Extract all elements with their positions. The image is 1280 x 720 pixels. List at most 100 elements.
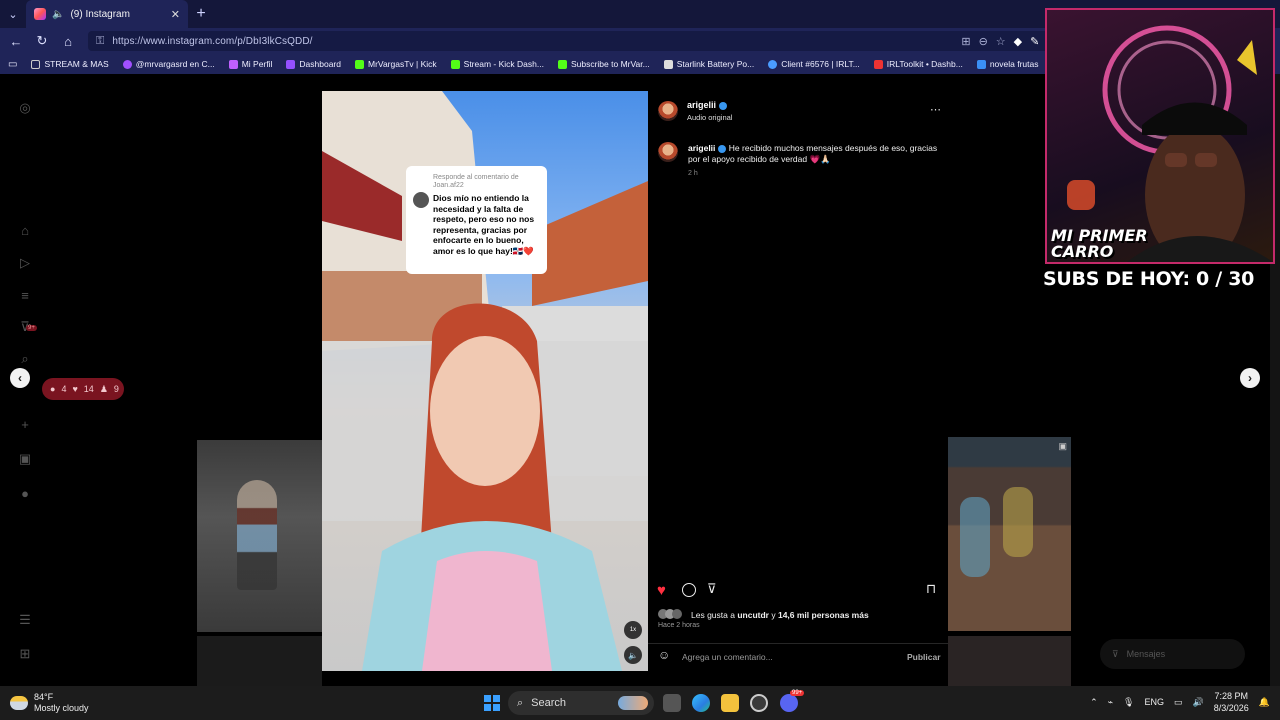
bookmark-item[interactable]: novela frutas <box>976 59 1039 69</box>
next-post-thumbnail[interactable]: ▣ <box>948 437 1071 631</box>
create-plus-icon[interactable]: + <box>17 416 33 432</box>
post-details-panel: arigelii Audio original ⋯ arigelii He re… <box>648 91 948 671</box>
search-highlight-icon <box>618 696 648 710</box>
reload-button[interactable]: ↻ <box>32 33 52 49</box>
messages-button[interactable]: ⊽ Mensajes <box>1100 639 1245 669</box>
bookmark-item[interactable]: Client #6576 | IRLT... <box>768 59 860 69</box>
clock[interactable]: 7:28 PM 8/3/2026 <box>1214 690 1249 714</box>
activity-notification-pill[interactable]: ● 4 ♥ 14 ♟ 9 <box>42 378 124 400</box>
screen: ⌄ 🔈 (9) Instagram ✕ + ← ↻ ⌂ ⚿ https://ww… <box>0 0 1280 720</box>
bookmark-item[interactable]: Stream - Kick Dash... <box>450 59 544 69</box>
likes-count-text[interactable]: 14,6 mil personas más <box>778 610 869 620</box>
pink-jersey <box>422 551 552 671</box>
bookmark-item[interactable]: Mi Perfil <box>228 59 272 69</box>
microphone-icon[interactable]: 🎙 <box>1123 697 1134 708</box>
emoji-icon[interactable]: ☺ <box>658 648 670 662</box>
url-field[interactable]: ⚿ https://www.instagram.com/p/DbI3lkCsQD… <box>88 31 1054 51</box>
author-username[interactable]: arigelii <box>687 100 728 110</box>
webcam-feed <box>1067 25 1273 262</box>
app-icon[interactable]: ⊞ <box>961 35 970 48</box>
tab-list-chevron-icon[interactable]: ⌄ <box>0 0 26 28</box>
comment-bubble-icon[interactable] <box>682 583 696 597</box>
zoom-icon[interactable]: ⊖ <box>979 35 988 48</box>
previous-post-arrow-icon[interactable]: ‹ <box>10 368 30 388</box>
site-info-icon[interactable]: ⚿ <box>96 35 104 48</box>
instagram-logo-icon[interactable]: ◎ <box>17 100 33 116</box>
audio-label[interactable]: Audio original <box>687 113 732 122</box>
bookmark-item[interactable]: STREAM & MAS <box>31 59 109 69</box>
profile-icon[interactable]: ● <box>17 485 33 501</box>
favorite-star-icon[interactable]: ☆ <box>996 35 1006 48</box>
weather-text: Mostly cloudy <box>34 703 89 713</box>
publish-button[interactable]: Publicar <box>907 652 941 662</box>
comment-input[interactable]: Agrega un comentario... <box>682 652 773 662</box>
follower-icon: ♟ <box>99 383 108 394</box>
save-bookmark-icon[interactable]: ⊓ <box>926 581 936 597</box>
bookmark-item[interactable]: Starlink Battery Po... <box>663 59 754 69</box>
mute-icon[interactable]: 🔈 <box>624 646 642 664</box>
extension-icon[interactable]: ◆ <box>1014 35 1022 48</box>
bookmark-item[interactable]: Dashboard <box>286 59 341 69</box>
taskbar-search[interactable]: ⌕ Search <box>508 691 654 715</box>
sunglasses <box>1195 153 1217 167</box>
likes-summary[interactable]: Les gusta a uncutdr y 14,6 mil personas … <box>691 610 869 620</box>
next-post-arrow-icon[interactable]: › <box>1240 368 1260 388</box>
edge-browser-icon[interactable] <box>692 694 710 712</box>
bookmark-item[interactable]: MrVargasTv | Kick <box>355 59 437 69</box>
like-heart-icon[interactable]: ♥ <box>657 582 666 599</box>
network-icon[interactable]: ⌁ <box>1108 697 1113 708</box>
author-avatar[interactable] <box>658 101 678 121</box>
post-video[interactable]: Responde al comentario de Joan.af22 Dios… <box>322 91 648 671</box>
weather-widget[interactable]: 84°F Mostly cloudy <box>10 692 89 714</box>
likes-count: 14 <box>83 384 94 394</box>
close-tab-icon[interactable]: ✕ <box>171 8 180 21</box>
comment-icon: ● <box>50 384 56 394</box>
browser-tab-instagram[interactable]: 🔈 (9) Instagram ✕ <box>26 0 188 28</box>
posted-time: Hace 2 horas <box>658 622 700 629</box>
reels-icon[interactable]: ▷ <box>17 255 33 271</box>
partly-cloudy-icon <box>10 696 28 710</box>
bookmarks-toggle-icon[interactable]: ▭ <box>8 59 17 70</box>
speaker-icon[interactable]: 🔈 <box>52 9 64 20</box>
file-explorer-icon[interactable] <box>721 694 739 712</box>
home-button[interactable]: ⌂ <box>58 34 78 49</box>
previous-post-thumbnail[interactable] <box>197 440 322 632</box>
more-options-icon[interactable]: ⋯ <box>930 103 941 116</box>
language-indicator[interactable]: ENG <box>1144 697 1164 707</box>
new-tab-button[interactable]: + <box>188 5 214 23</box>
display-icon[interactable]: ▭ <box>1174 697 1183 708</box>
bookmark-item[interactable]: Subscribe to MrVar... <box>557 59 650 69</box>
windows-start-icon[interactable] <box>484 695 500 711</box>
notifications-icon[interactable]: 🔔 <box>1259 697 1270 708</box>
search-label: Search <box>531 697 567 709</box>
person-silhouette <box>237 480 277 590</box>
pen-extension-icon[interactable]: ✎ <box>1030 35 1039 48</box>
search-icon: ⌕ <box>517 696 524 709</box>
search-icon[interactable]: ⌕ <box>17 351 33 367</box>
bookmark-item[interactable]: IRLToolkit • Dashb... <box>873 59 963 69</box>
post-thumbnail[interactable] <box>948 636 1071 686</box>
obs-studio-icon[interactable] <box>750 694 768 712</box>
post-thumbnail[interactable] <box>197 636 322 686</box>
task-view-icon[interactable] <box>663 694 681 712</box>
verified-badge-icon <box>719 101 728 110</box>
reply-comment-card: Responde al comentario de Joan.af22 Dios… <box>406 166 547 274</box>
more-menu-icon[interactable]: ☰ <box>17 612 33 628</box>
back-button[interactable]: ← <box>6 34 26 49</box>
chevron-up-icon[interactable]: ⌃ <box>1090 697 1098 708</box>
home-icon[interactable]: ⌂ <box>17 222 33 238</box>
threads-feed-icon[interactable]: ≡ <box>17 287 33 303</box>
volume-icon[interactable]: 🔊 <box>1193 697 1204 708</box>
caption-username[interactable]: arigelii <box>688 143 715 153</box>
clock-time: 7:28 PM <box>1214 691 1249 701</box>
share-icon[interactable]: ⊽ <box>707 581 717 597</box>
divider <box>648 643 948 644</box>
also-from-meta-icon[interactable]: ⊞ <box>17 646 33 662</box>
discord-icon[interactable] <box>780 694 798 712</box>
caption-author-avatar[interactable] <box>658 142 678 162</box>
playback-speed-badge[interactable]: 1x <box>624 621 642 639</box>
bookmark-item[interactable]: @mrvargasrd en C... <box>122 59 215 69</box>
liker-username[interactable]: uncutdr <box>737 610 769 620</box>
heart-icon: ♥ <box>72 384 78 394</box>
dashboard-icon[interactable]: ▣ <box>17 451 33 467</box>
